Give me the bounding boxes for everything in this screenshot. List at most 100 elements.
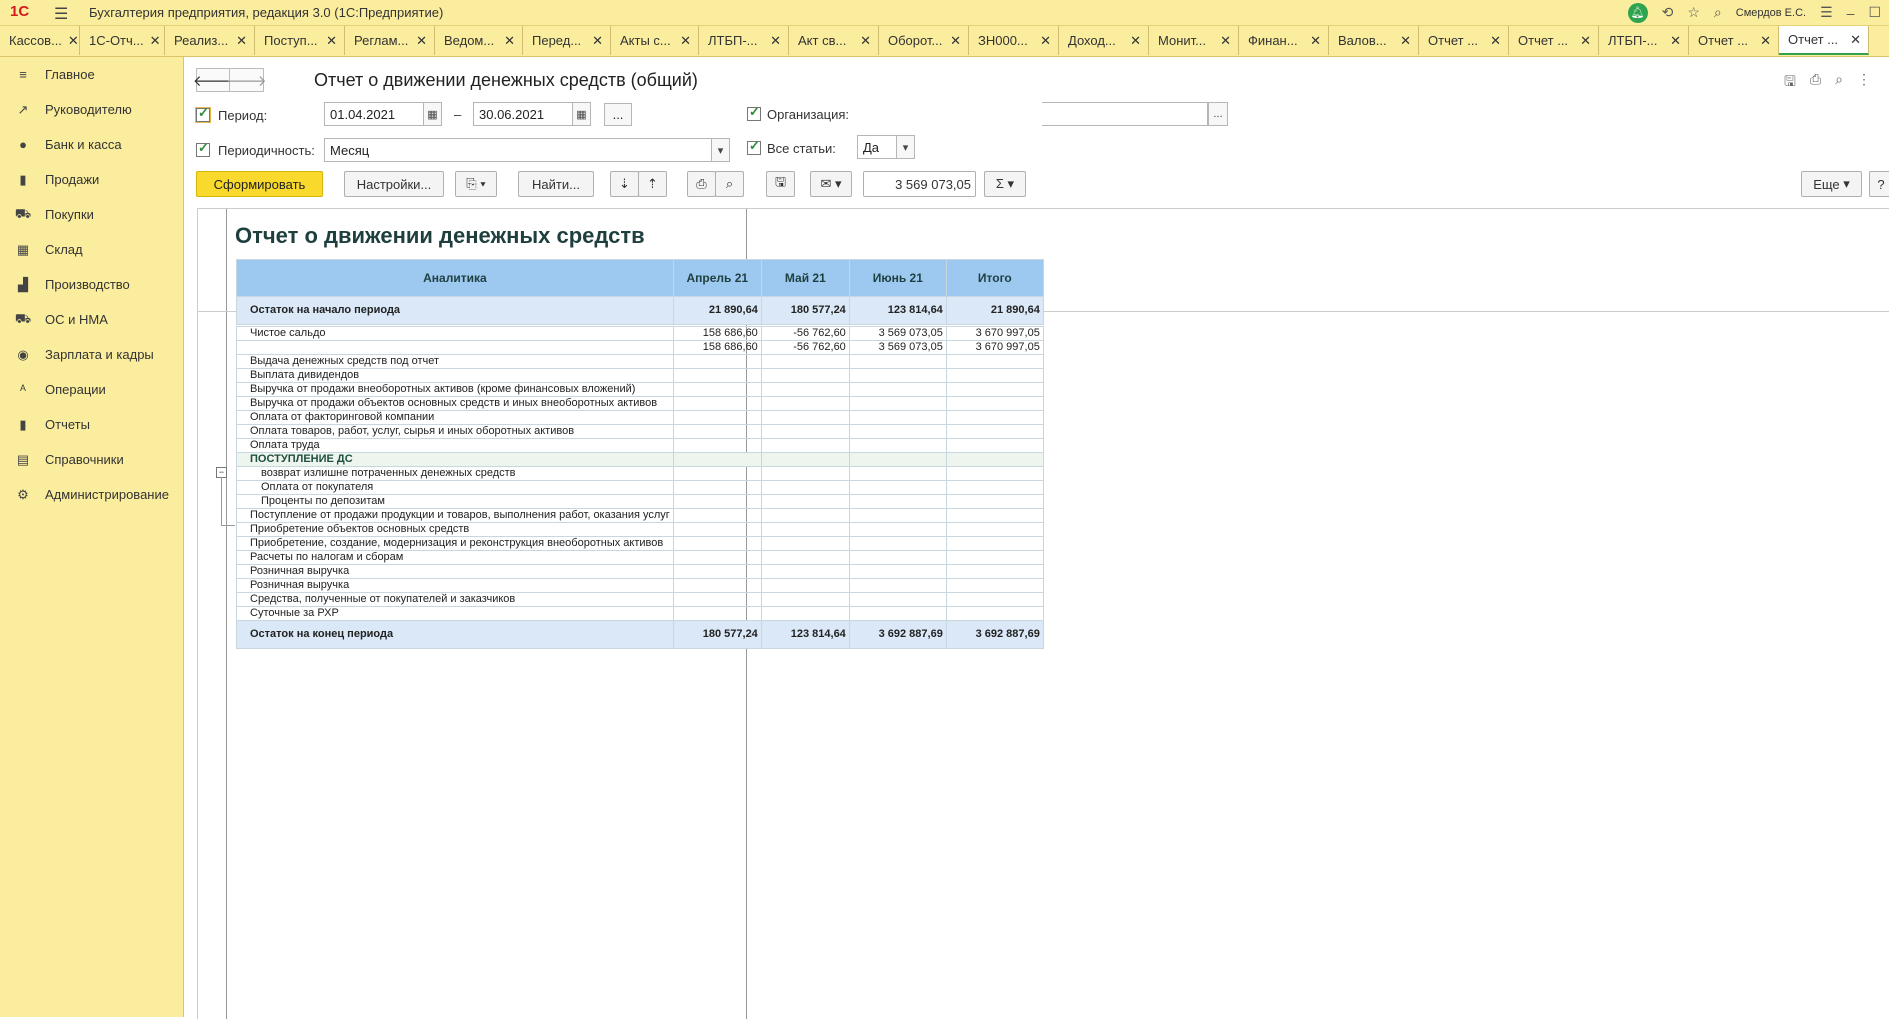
- close-icon[interactable]: ✕: [1130, 33, 1141, 49]
- tab-item[interactable]: Монит... ✕: [1149, 26, 1239, 55]
- save-icon[interactable]: 🖫: [766, 171, 795, 197]
- tab-item[interactable]: Отчет ... ✕: [1419, 26, 1509, 55]
- sidebar-item[interactable]: ▤ Справочники: [0, 442, 183, 477]
- calendar-icon[interactable]: ▦: [573, 102, 591, 126]
- all-items-checkbox[interactable]: [747, 138, 761, 155]
- table-row[interactable]: Оплата от покупателя: [236, 480, 1044, 495]
- close-icon[interactable]: ✕: [1400, 33, 1411, 49]
- table-row[interactable]: Средства, полученные от покупателей и за…: [236, 592, 1044, 607]
- settings-menu-icon[interactable]: ☰: [1820, 4, 1833, 21]
- all-items-input[interactable]: Да: [857, 135, 897, 159]
- help-button[interactable]: ?: [1869, 171, 1889, 197]
- menu-icon[interactable]: ☰: [54, 4, 68, 24]
- save-icon[interactable]: 🖫: [1784, 71, 1796, 95]
- tab-item[interactable]: Перед... ✕: [523, 26, 611, 55]
- table-row[interactable]: Остаток на конец периода 180 577,24 123 81…: [236, 620, 1044, 649]
- close-icon[interactable]: ✕: [150, 33, 161, 49]
- close-icon[interactable]: ✕: [1040, 33, 1051, 49]
- sidebar-item[interactable]: ᴬ Операции: [0, 372, 183, 407]
- print-icon[interactable]: ⎙: [1810, 71, 1821, 95]
- table-row[interactable]: Проценты по депозитам: [236, 494, 1044, 509]
- sidebar-item[interactable]: ● Банк и касса: [0, 127, 183, 162]
- table-row[interactable]: Розничная выручка: [236, 564, 1044, 579]
- close-icon[interactable]: ✕: [1310, 33, 1321, 49]
- org-select-button[interactable]: ...: [1208, 102, 1228, 126]
- sidebar-item[interactable]: ≡ Главное: [0, 57, 183, 92]
- period-checkbox[interactable]: [195, 105, 211, 123]
- sum-mode-icon[interactable]: Σ ▾: [984, 171, 1026, 197]
- table-row[interactable]: Оплата труда: [236, 438, 1044, 453]
- find-button[interactable]: Найти...: [518, 171, 594, 197]
- table-row[interactable]: Приобретение объектов основных средств: [236, 522, 1044, 537]
- sidebar-item[interactable]: ▮ Продажи: [0, 162, 183, 197]
- tab-item[interactable]: Отчет ... ✕: [1779, 26, 1869, 55]
- close-icon[interactable]: ✕: [1490, 33, 1501, 49]
- tab-item[interactable]: Акты с... ✕: [611, 26, 699, 55]
- table-row[interactable]: Выдача денежных средств под отчет: [236, 354, 1044, 369]
- history-icon[interactable]: ⟲: [1662, 4, 1674, 21]
- tab-item[interactable]: Отчет ... ✕: [1689, 26, 1779, 55]
- tab-item[interactable]: Валов... ✕: [1329, 26, 1419, 55]
- table-row[interactable]: Оплата от факторинговой компании: [236, 410, 1044, 425]
- user-name[interactable]: Смердов Е.С.: [1736, 7, 1806, 19]
- table-row[interactable]: Выручка от продажи объектов основных сре…: [236, 396, 1044, 411]
- tab-item[interactable]: Реглам... ✕: [345, 26, 435, 55]
- table-row[interactable]: Остаток на начало периода 21 890,64 180 57…: [236, 296, 1044, 325]
- print-icon[interactable]: ⎙: [687, 171, 716, 197]
- sidebar-item[interactable]: ▦ Склад: [0, 232, 183, 267]
- preview-icon[interactable]: ⌕: [1835, 71, 1843, 95]
- sort-desc-icon[interactable]: ⇣: [610, 171, 639, 197]
- table-row[interactable]: Чистое сальдо 158 686,60 -56 762,60 3 569 0…: [236, 326, 1044, 341]
- close-icon[interactable]: ✕: [68, 33, 79, 49]
- tab-item[interactable]: Ведом... ✕: [435, 26, 523, 55]
- table-row[interactable]: Суточные за РХР: [236, 606, 1044, 621]
- notification-icon[interactable]: 🔔︎: [1627, 2, 1648, 23]
- generate-button[interactable]: Сформировать: [196, 171, 323, 197]
- period-select-button[interactable]: ...: [604, 103, 632, 126]
- close-icon[interactable]: ✕: [770, 33, 781, 49]
- close-icon[interactable]: ✕: [1850, 32, 1861, 48]
- close-icon[interactable]: ✕: [680, 33, 691, 49]
- calendar-icon[interactable]: ▦: [424, 102, 442, 126]
- tab-item[interactable]: Финан... ✕: [1239, 26, 1329, 55]
- close-icon[interactable]: ✕: [860, 33, 871, 49]
- tab-item[interactable]: Акт св... ✕: [789, 26, 879, 55]
- tab-item[interactable]: Отчет ... ✕: [1509, 26, 1599, 55]
- periodicity-checkbox[interactable]: [196, 140, 210, 157]
- star-icon[interactable]: ☆: [1687, 4, 1700, 21]
- table-row[interactable]: Выручка от продажи внеоборотных активов …: [236, 382, 1044, 397]
- sidebar-item[interactable]: ◉ Зарплата и кадры: [0, 337, 183, 372]
- close-icon[interactable]: ✕: [592, 33, 603, 49]
- settings-button[interactable]: Настройки...: [344, 171, 444, 197]
- dropdown-icon[interactable]: ▾: [712, 138, 730, 162]
- maximize-icon[interactable]: ☐: [1868, 4, 1881, 21]
- periodicity-input[interactable]: Месяц: [324, 138, 712, 162]
- table-row[interactable]: Приобретение, создание, модернизация и р…: [236, 536, 1044, 551]
- close-icon[interactable]: ✕: [1670, 33, 1681, 49]
- sidebar-item[interactable]: ▟ Производство: [0, 267, 183, 302]
- table-row[interactable]: ПОСТУПЛЕНИЕ ДС: [236, 452, 1044, 467]
- close-icon[interactable]: ✕: [504, 33, 515, 49]
- close-icon[interactable]: ✕: [236, 33, 247, 49]
- sidebar-item[interactable]: ⛟ ОС и НМА: [0, 302, 183, 337]
- report-document[interactable]: Отчет о движении денежных средств − Анал…: [197, 208, 1889, 1019]
- tab-item[interactable]: 1С-Отч... ✕: [80, 26, 165, 55]
- table-row[interactable]: Розничная выручка: [236, 578, 1044, 593]
- table-row[interactable]: 158 686,60 -56 762,60 3 569 073,05 3 670 99…: [236, 340, 1044, 355]
- forward-button[interactable]: 🡒: [226, 68, 267, 92]
- preview-icon[interactable]: ⌕: [715, 171, 744, 197]
- period-from-input[interactable]: 01.04.2021: [324, 102, 424, 126]
- period-to-input[interactable]: 30.06.2021: [473, 102, 573, 126]
- minimize-icon[interactable]: –: [1847, 5, 1855, 21]
- tab-item[interactable]: ЛТБП-... ✕: [699, 26, 789, 55]
- sidebar-item[interactable]: ⚙ Администрирование: [0, 477, 183, 512]
- tab-item[interactable]: ЛТБП-... ✕: [1599, 26, 1689, 55]
- table-row[interactable]: Расчеты по налогам и сборам: [236, 550, 1044, 565]
- tab-item[interactable]: Поступ... ✕: [255, 26, 345, 55]
- sum-field[interactable]: 3 569 073,05: [863, 171, 976, 197]
- table-row[interactable]: Оплата товаров, работ, услуг, сырья и ин…: [236, 424, 1044, 439]
- more-button[interactable]: Еще ▾: [1801, 171, 1862, 197]
- send-email-icon[interactable]: ✉ ▾: [810, 171, 852, 197]
- sort-asc-icon[interactable]: ⇡: [638, 171, 667, 197]
- table-row[interactable]: возврат излишне потраченных денежных сре…: [236, 466, 1044, 481]
